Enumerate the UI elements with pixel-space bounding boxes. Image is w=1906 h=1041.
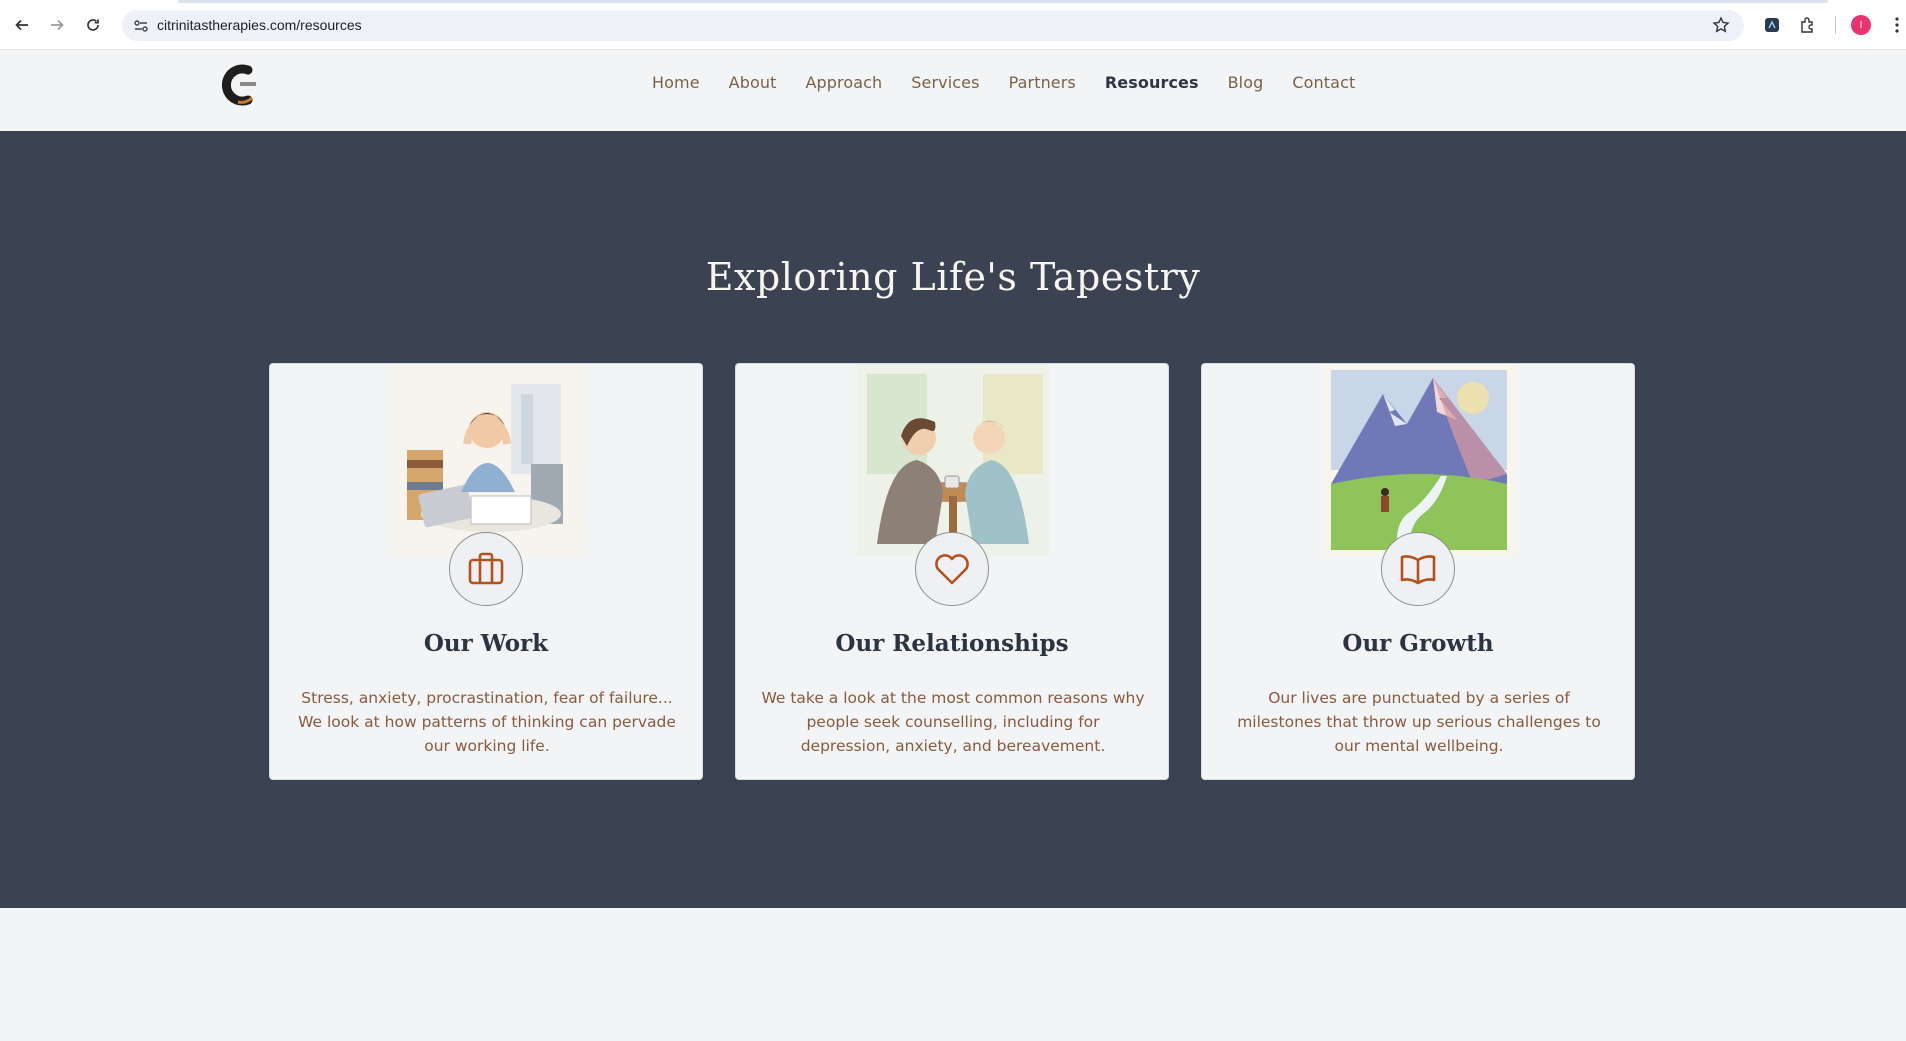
card-title: Our Work	[423, 630, 549, 657]
nav-resources[interactable]: Resources	[1105, 73, 1199, 92]
site-settings-icon[interactable]	[132, 17, 150, 35]
page-title: Exploring Life's Tapestry	[705, 255, 1201, 299]
card-our-growth[interactable]: Our Growth Our lives are punctuated by a…	[1201, 363, 1635, 780]
card-description: We take a look at the most common reason…	[761, 689, 1145, 755]
card-title: Our Relationships	[835, 630, 1069, 657]
mountain-path-illustration	[1323, 364, 1515, 556]
card-title: Our Growth	[1342, 630, 1494, 657]
nav-contact[interactable]: Contact	[1292, 73, 1355, 92]
bookmark-star-icon[interactable]	[1712, 16, 1730, 34]
extensions-puzzle-icon[interactable]	[1797, 14, 1819, 36]
nav-partners[interactable]: Partners	[1009, 73, 1076, 92]
briefcase-icon-badge	[449, 532, 523, 606]
nav-blog[interactable]: Blog	[1228, 73, 1264, 92]
conversation-illustration	[857, 364, 1049, 556]
card-our-relationships[interactable]: Our Relationships We take a look at the …	[735, 363, 1169, 780]
reload-button[interactable]	[82, 14, 104, 36]
arrow-left-icon	[15, 19, 28, 31]
back-button[interactable]	[11, 14, 33, 36]
site-logo[interactable]	[218, 62, 264, 108]
nav-home[interactable]: Home	[652, 73, 700, 92]
card-description: Stress, anxiety, procrastination, fear o…	[298, 689, 676, 755]
site-header: Home About Approach Services Partners Re…	[0, 50, 1906, 131]
book-open-icon	[1400, 555, 1436, 585]
heart-icon-badge	[915, 532, 989, 606]
browser-menu-icon[interactable]	[1886, 14, 1906, 36]
page-lower-area	[0, 908, 1906, 1041]
nav-services[interactable]: Services	[911, 73, 979, 92]
profile-avatar[interactable]: I	[1851, 15, 1871, 35]
address-bar[interactable]: citrinitastherapies.com/resources	[122, 10, 1744, 41]
browser-toolbar: citrinitastherapies.com/resources I	[0, 0, 1906, 50]
book-icon-badge	[1381, 532, 1455, 606]
toolbar-divider	[1835, 16, 1836, 34]
reload-icon	[87, 19, 99, 31]
card-our-work[interactable]: Our Work Stress, anxiety, procrastinatio…	[269, 363, 703, 780]
extension-icon[interactable]	[1761, 14, 1783, 36]
url-text[interactable]: citrinitastherapies.com/resources	[157, 17, 362, 33]
nav-about[interactable]: About	[729, 73, 777, 92]
card-description: Our lives are punctuated by a series of …	[1237, 689, 1601, 755]
heart-icon	[935, 554, 969, 585]
arrow-right-icon	[51, 19, 64, 31]
resources-hero: Exploring Life's Tapestry Our Work Stres…	[0, 131, 1906, 908]
nav-approach[interactable]: Approach	[805, 73, 882, 92]
briefcase-icon	[468, 552, 504, 585]
page-load-indicator	[0, 0, 1906, 4]
stressed-worker-illustration	[391, 364, 583, 556]
main-navigation: Home About Approach Services Partners Re…	[652, 73, 1384, 92]
forward-button[interactable]	[46, 14, 68, 36]
